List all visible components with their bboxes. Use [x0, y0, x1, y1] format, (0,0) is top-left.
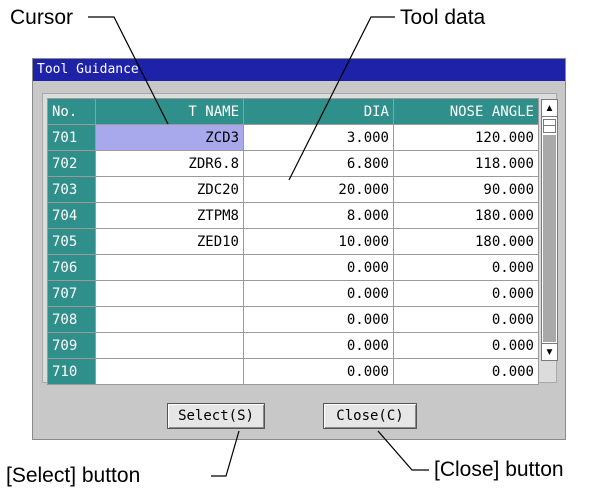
tool-nose-angle-cell[interactable]: 118.000: [393, 150, 539, 177]
column-header-no: No.: [47, 98, 96, 125]
table-row[interactable]: 705 ZED10 10.000 180.000: [47, 228, 539, 255]
tool-name-cell[interactable]: [95, 332, 244, 359]
tool-name-cell[interactable]: [95, 358, 244, 385]
tool-nose-angle-cell[interactable]: 120.000: [393, 124, 539, 151]
scroll-track[interactable]: [543, 135, 556, 342]
tool-number-cell[interactable]: 708: [47, 306, 96, 333]
tool-name-cell[interactable]: ZCD3: [95, 124, 244, 151]
tool-diameter-cell[interactable]: 3.000: [243, 124, 394, 151]
tool-number-cell[interactable]: 705: [47, 228, 96, 255]
tool-diameter-cell[interactable]: 0.000: [243, 358, 394, 385]
table-row[interactable]: 708 0.000 0.000: [47, 306, 539, 333]
table-row[interactable]: 706 0.000 0.000: [47, 254, 539, 281]
cursor-callout: Cursor: [10, 6, 74, 29]
tool-nose-angle-cell[interactable]: 0.000: [393, 332, 539, 359]
tool-nose-angle-cell[interactable]: 180.000: [393, 228, 539, 255]
table-scrollbar[interactable]: ▲ ▼: [541, 99, 558, 361]
tool-nose-angle-cell[interactable]: 0.000: [393, 358, 539, 385]
window-title: Tool Guidance: [33, 59, 565, 81]
tool-diameter-cell[interactable]: 8.000: [243, 202, 394, 229]
table-row[interactable]: 704 ZTPM8 8.000 180.000: [47, 202, 539, 229]
table-row[interactable]: 710 0.000 0.000: [47, 358, 539, 385]
tool-nose-angle-cell[interactable]: 0.000: [393, 280, 539, 307]
tool-diameter-cell[interactable]: 10.000: [243, 228, 394, 255]
tool-nose-angle-cell[interactable]: 180.000: [393, 202, 539, 229]
table-row[interactable]: 701 ZCD3 3.000 120.000: [47, 124, 539, 151]
tool-nose-angle-cell[interactable]: 0.000: [393, 306, 539, 333]
tool-name-cell[interactable]: [95, 254, 244, 281]
tool-name-cell[interactable]: [95, 280, 244, 307]
tool-name-cell[interactable]: ZDC20: [95, 176, 244, 203]
column-header-nose-angle: NOSE ANGLE: [393, 98, 539, 125]
tool-number-cell[interactable]: 710: [47, 358, 96, 385]
table-row[interactable]: 702 ZDR6.8 6.800 118.000: [47, 150, 539, 177]
tool-diameter-cell[interactable]: 0.000: [243, 306, 394, 333]
close-button[interactable]: Close(C): [323, 403, 417, 429]
column-header-t-name: T NAME: [95, 98, 244, 125]
tool-number-cell[interactable]: 701: [47, 124, 96, 151]
tool-rows: 701 ZCD3 3.000 120.000 702 ZDR6.8 6.800 118.000…: [47, 124, 539, 385]
tool-nose-angle-cell[interactable]: 0.000: [393, 254, 539, 281]
tool-data-callout: Tool data: [400, 6, 486, 29]
table-row[interactable]: 709 0.000 0.000: [47, 332, 539, 359]
tool-diameter-cell[interactable]: 0.000: [243, 280, 394, 307]
tool-number-cell[interactable]: 707: [47, 280, 96, 307]
table-row[interactable]: 707 0.000 0.000: [47, 280, 539, 307]
tool-table: No. T NAME DIA NOSE ANGLE 701 ZCD3 3.000 12…: [47, 98, 539, 385]
column-header-dia: DIA: [243, 98, 394, 125]
select-button-callout: [Select] button: [6, 464, 141, 487]
select-button[interactable]: Select(S): [167, 403, 265, 429]
tool-number-cell[interactable]: 709: [47, 332, 96, 359]
tool-diameter-cell[interactable]: 0.000: [243, 254, 394, 281]
tool-number-cell[interactable]: 703: [47, 176, 96, 203]
tool-nose-angle-cell[interactable]: 90.000: [393, 176, 539, 203]
tool-list-panel: No. T NAME DIA NOSE ANGLE 701 ZCD3 3.000 12…: [42, 93, 558, 385]
tool-name-cell[interactable]: ZDR6.8: [95, 150, 244, 177]
tool-number-cell[interactable]: 706: [47, 254, 96, 281]
scroll-up-icon[interactable]: ▲: [542, 100, 557, 117]
table-header-row: No. T NAME DIA NOSE ANGLE: [47, 98, 539, 125]
tool-number-cell[interactable]: 702: [47, 150, 96, 177]
tool-diameter-cell[interactable]: 20.000: [243, 176, 394, 203]
tool-diameter-cell[interactable]: 0.000: [243, 332, 394, 359]
tool-diameter-cell[interactable]: 6.800: [243, 150, 394, 177]
close-button-callout: [Close] button: [434, 458, 564, 481]
tool-name-cell[interactable]: ZED10: [95, 228, 244, 255]
tool-name-cell[interactable]: ZTPM8: [95, 202, 244, 229]
scroll-thumb[interactable]: [543, 119, 556, 133]
scroll-down-icon[interactable]: ▼: [542, 343, 557, 360]
tool-number-cell[interactable]: 704: [47, 202, 96, 229]
tool-name-cell[interactable]: [95, 306, 244, 333]
tool-guidance-window: Tool Guidance No. T NAME DIA NOSE ANGLE …: [32, 58, 566, 440]
table-row[interactable]: 703 ZDC20 20.000 90.000: [47, 176, 539, 203]
